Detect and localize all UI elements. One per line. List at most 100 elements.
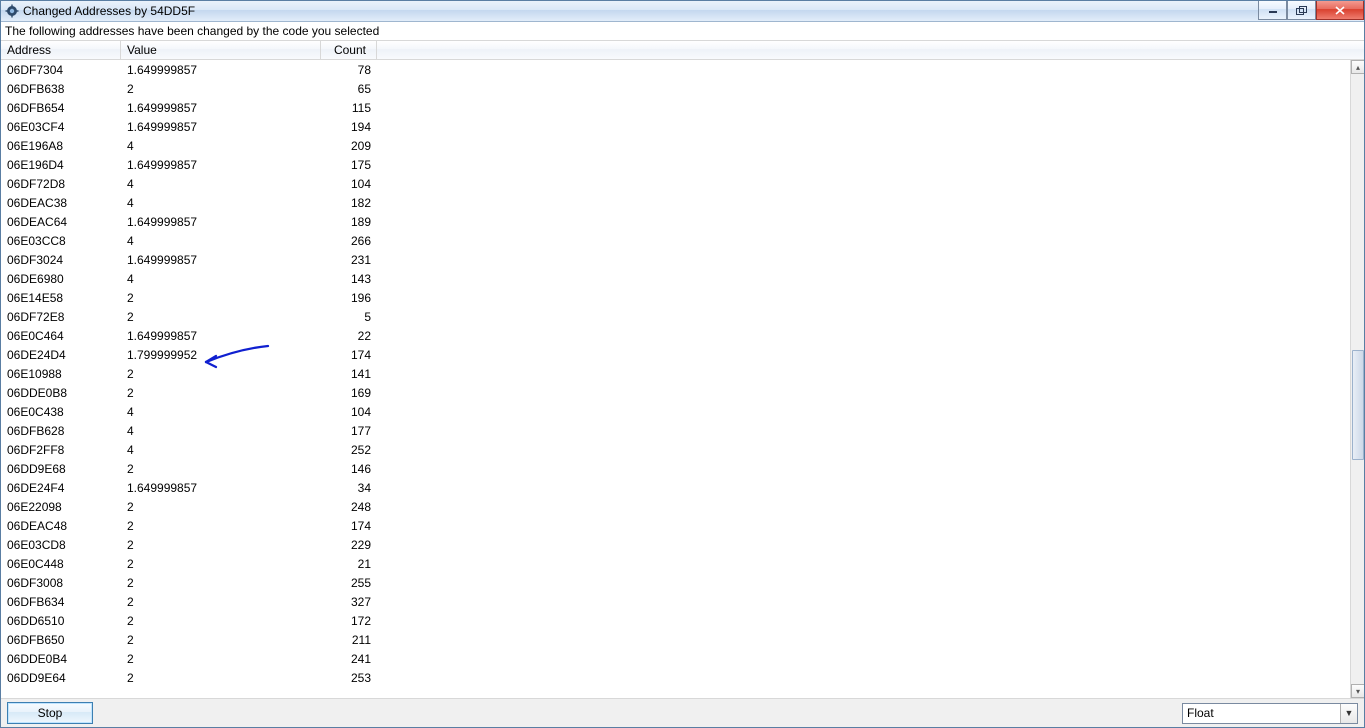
cell-count: 327 (321, 595, 377, 609)
table-row[interactable]: 06E0C448221 (1, 554, 1350, 573)
table-row[interactable]: 06E03CF41.649999857194 (1, 117, 1350, 136)
table-row[interactable]: 06DF30082255 (1, 573, 1350, 592)
table-row[interactable]: 06E0C4641.64999985722 (1, 326, 1350, 345)
cell-count: 104 (321, 177, 377, 191)
cell-value: 4 (121, 139, 321, 153)
cell-address: 06DDE0B4 (1, 652, 121, 666)
cell-address: 06DF72E8 (1, 310, 121, 324)
cell-count: 177 (321, 424, 377, 438)
table-row[interactable]: 06E109882141 (1, 364, 1350, 383)
cell-value: 2 (121, 367, 321, 381)
window-title: Changed Addresses by 54DD5F (23, 4, 195, 18)
scroll-thumb[interactable] (1352, 350, 1364, 460)
table-row[interactable]: 06DD9E682146 (1, 459, 1350, 478)
cell-count: 252 (321, 443, 377, 457)
table-row[interactable]: 06DFB6284177 (1, 421, 1350, 440)
table-row[interactable]: 06DD9E642253 (1, 668, 1350, 687)
cell-address: 06DF3008 (1, 576, 121, 590)
titlebar[interactable]: Changed Addresses by 54DD5F (1, 1, 1364, 22)
table-row[interactable]: 06E14E582196 (1, 288, 1350, 307)
cell-address: 06E196A8 (1, 139, 121, 153)
table-row[interactable]: 06DDE0B42241 (1, 649, 1350, 668)
maximize-button[interactable] (1287, 1, 1316, 20)
vertical-scrollbar[interactable]: ▴ ▾ (1350, 60, 1364, 698)
cell-value: 1.649999857 (121, 63, 321, 77)
close-icon (1335, 6, 1345, 15)
table-row[interactable]: 06DE24F41.64999985734 (1, 478, 1350, 497)
cell-value: 2 (121, 310, 321, 324)
table-row[interactable]: 06DFB6502211 (1, 630, 1350, 649)
cell-count: 194 (321, 120, 377, 134)
table-body[interactable]: 06DF73041.6499998577806DFB63826506DFB654… (1, 60, 1350, 698)
cell-address: 06DE6980 (1, 272, 121, 286)
address-table: Address Value Count 06DF73041.6499998577… (1, 40, 1364, 698)
table-row[interactable]: 06E03CD82229 (1, 535, 1350, 554)
cell-address: 06DF72D8 (1, 177, 121, 191)
table-row[interactable]: 06DEAC384182 (1, 193, 1350, 212)
cell-count: 172 (321, 614, 377, 628)
close-button[interactable] (1316, 1, 1364, 20)
table-row[interactable]: 06DE69804143 (1, 269, 1350, 288)
cell-value: 2 (121, 557, 321, 571)
value-type-selected: Float (1187, 706, 1214, 720)
cell-count: 248 (321, 500, 377, 514)
column-header-address[interactable]: Address (1, 41, 121, 59)
column-header-value[interactable]: Value (121, 41, 321, 59)
cell-value: 4 (121, 272, 321, 286)
cell-value: 4 (121, 443, 321, 457)
cell-count: 229 (321, 538, 377, 552)
scroll-up-button[interactable]: ▴ (1351, 60, 1364, 74)
cell-address: 06DDE0B8 (1, 386, 121, 400)
table-row[interactable]: 06DEAC482174 (1, 516, 1350, 535)
table-row[interactable]: 06DDE0B82169 (1, 383, 1350, 402)
table-row[interactable]: 06E196D41.649999857175 (1, 155, 1350, 174)
cell-address: 06E196D4 (1, 158, 121, 172)
table-row[interactable]: 06DFB638265 (1, 79, 1350, 98)
table-row[interactable]: 06DFB6541.649999857115 (1, 98, 1350, 117)
table-row[interactable]: 06DF73041.64999985778 (1, 60, 1350, 79)
cell-count: 115 (321, 101, 377, 115)
cell-address: 06DFB650 (1, 633, 121, 647)
cell-value: 1.799999952 (121, 348, 321, 362)
value-type-select[interactable]: Float ▼ (1182, 703, 1358, 724)
table-row[interactable]: 06E03CC84266 (1, 231, 1350, 250)
maximize-icon (1296, 6, 1307, 15)
cell-address: 06E0C438 (1, 405, 121, 419)
table-row[interactable]: 06E220982248 (1, 497, 1350, 516)
app-window: Changed Addresses by 54DD5F The followin… (0, 0, 1365, 728)
cell-value: 2 (121, 519, 321, 533)
cell-value: 4 (121, 196, 321, 210)
cell-count: 5 (321, 310, 377, 324)
table-row[interactable]: 06DF2FF84252 (1, 440, 1350, 459)
table-row[interactable]: 06DEAC641.649999857189 (1, 212, 1350, 231)
table-row[interactable]: 06DF72D84104 (1, 174, 1350, 193)
minimize-button[interactable] (1258, 1, 1287, 20)
cell-address: 06DFB628 (1, 424, 121, 438)
cell-value: 2 (121, 500, 321, 514)
cell-address: 06E22098 (1, 500, 121, 514)
cell-address: 06DD9E64 (1, 671, 121, 685)
cell-address: 06E0C448 (1, 557, 121, 571)
cell-count: 175 (321, 158, 377, 172)
cell-address: 06DE24F4 (1, 481, 121, 495)
cell-count: 174 (321, 519, 377, 533)
app-icon (5, 4, 19, 18)
table-row[interactable]: 06DD65102172 (1, 611, 1350, 630)
cell-address: 06E0C464 (1, 329, 121, 343)
table-row[interactable]: 06DE24D41.799999952174 (1, 345, 1350, 364)
table-row[interactable]: 06DFB6342327 (1, 592, 1350, 611)
table-row[interactable]: 06DF72E825 (1, 307, 1350, 326)
cell-count: 21 (321, 557, 377, 571)
window-controls (1258, 1, 1364, 21)
cell-count: 146 (321, 462, 377, 476)
scroll-down-button[interactable]: ▾ (1351, 684, 1364, 698)
cell-count: 241 (321, 652, 377, 666)
stop-button[interactable]: Stop (7, 702, 93, 724)
table-row[interactable]: 06E196A84209 (1, 136, 1350, 155)
table-row[interactable]: 06DF30241.649999857231 (1, 250, 1350, 269)
cell-count: 143 (321, 272, 377, 286)
cell-count: 231 (321, 253, 377, 267)
cell-count: 196 (321, 291, 377, 305)
table-row[interactable]: 06E0C4384104 (1, 402, 1350, 421)
column-header-count[interactable]: Count (321, 41, 377, 59)
